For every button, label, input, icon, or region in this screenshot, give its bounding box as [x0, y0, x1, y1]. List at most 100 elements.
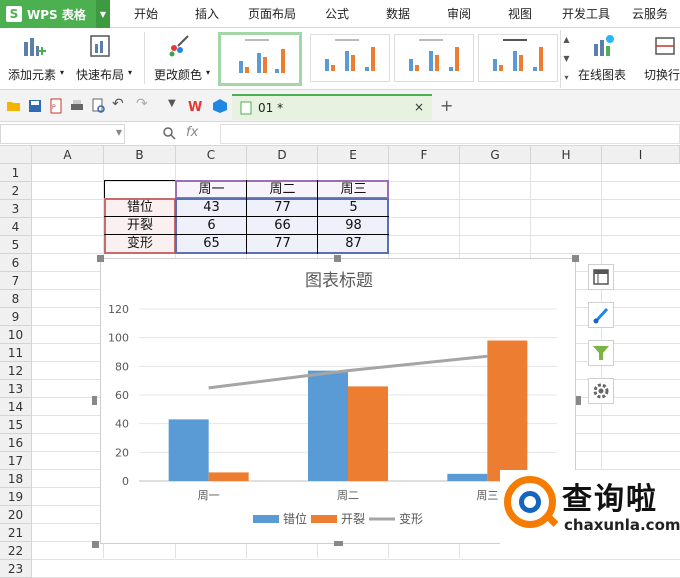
table-row-label[interactable]: 开裂 — [104, 217, 176, 235]
menu-home[interactable]: 开始 — [134, 0, 158, 28]
chart-title[interactable]: 图表标题 — [305, 271, 373, 291]
row-header[interactable]: 23 — [0, 560, 32, 578]
redo-icon[interactable]: ↷ — [136, 96, 148, 112]
table-cell[interactable]: 77 — [247, 235, 318, 253]
table-header-cell[interactable]: 周二 — [247, 181, 318, 199]
customize-toolbar-icon[interactable]: ▼ — [168, 98, 176, 109]
resize-handle-right[interactable] — [576, 396, 581, 405]
scroll-up-icon[interactable]: ▲ — [561, 30, 572, 49]
row-header[interactable]: 15 — [0, 416, 32, 434]
fx-icon[interactable]: fx — [186, 125, 198, 140]
save-icon[interactable] — [27, 98, 43, 114]
row-header[interactable]: 1 — [0, 164, 32, 182]
menu-insert[interactable]: 插入 — [195, 0, 219, 28]
table-cell[interactable]: 77 — [247, 199, 318, 217]
row-header[interactable]: 5 — [0, 236, 32, 254]
row-header[interactable]: 17 — [0, 452, 32, 470]
row-header[interactable]: 9 — [0, 308, 32, 326]
column-header-f[interactable]: F — [389, 146, 460, 164]
app-menu-button[interactable]: S WPS 表格 — [0, 0, 96, 28]
select-all-corner[interactable] — [0, 146, 32, 164]
row-header[interactable]: 8 — [0, 290, 32, 308]
resize-handle-left[interactable] — [92, 396, 97, 405]
table-header-cell[interactable]: 周一 — [176, 181, 247, 199]
quick-layout-dropdown-icon[interactable]: ▾ — [128, 68, 132, 77]
print-icon[interactable] — [69, 98, 85, 114]
row-header[interactable]: 20 — [0, 506, 32, 524]
formula-input[interactable] — [220, 124, 680, 144]
row-header[interactable]: 11 — [0, 344, 32, 362]
row-header[interactable]: 6 — [0, 254, 32, 272]
chart-elements-button[interactable] — [588, 264, 614, 290]
resize-handle-bottom[interactable] — [334, 541, 343, 546]
online-chart-button[interactable]: 在线图表 — [578, 32, 626, 83]
row-header[interactable]: 4 — [0, 218, 32, 236]
resize-handle-bl[interactable] — [92, 541, 99, 548]
column-header-b[interactable]: B — [104, 146, 176, 164]
switch-row-col-button[interactable]: 切换行 — [644, 32, 680, 83]
row-header[interactable]: 2 — [0, 182, 32, 200]
row-header[interactable]: 13 — [0, 380, 32, 398]
row-header[interactable]: 16 — [0, 434, 32, 452]
change-color-button[interactable]: 更改颜色 — [154, 32, 202, 83]
open-folder-icon[interactable] — [6, 98, 22, 114]
resize-handle-tl[interactable] — [97, 255, 104, 262]
row-header[interactable]: 19 — [0, 488, 32, 506]
expand-gallery-icon[interactable]: ▾ — [561, 68, 572, 87]
chart-style-thumb-4[interactable] — [478, 34, 558, 82]
table-cell[interactable]: 98 — [318, 217, 389, 235]
name-box-dropdown-icon[interactable]: ▼ — [116, 128, 122, 137]
resize-handle-top[interactable] — [334, 255, 341, 262]
column-header-i[interactable]: I — [602, 146, 680, 164]
menu-developer[interactable]: 开发工具 — [562, 0, 610, 28]
wps-w-icon[interactable]: W — [188, 98, 204, 114]
chart-style-thumb-2[interactable] — [310, 34, 390, 82]
print-preview-icon[interactable] — [90, 98, 106, 114]
column-header-d[interactable]: D — [247, 146, 318, 164]
add-element-button[interactable]: 添加元素 — [8, 32, 56, 83]
export-pdf-icon[interactable]: P — [48, 98, 64, 114]
table-row-label[interactable]: 变形 — [104, 235, 176, 253]
column-header-h[interactable]: H — [531, 146, 602, 164]
row-header[interactable]: 7 — [0, 272, 32, 290]
row-header[interactable]: 12 — [0, 362, 32, 380]
column-header-a[interactable]: A — [32, 146, 104, 164]
row-header[interactable]: 22 — [0, 542, 32, 560]
undo-icon[interactable]: ↶ — [112, 96, 124, 112]
app-dropdown-icon[interactable]: ▼ — [96, 0, 110, 28]
table-cell[interactable]: 66 — [247, 217, 318, 235]
column-header-g[interactable]: G — [460, 146, 531, 164]
table-cell[interactable]: 87 — [318, 235, 389, 253]
row-header[interactable]: 21 — [0, 524, 32, 542]
table-cell[interactable]: 6 — [176, 217, 247, 235]
add-element-dropdown-icon[interactable]: ▾ — [60, 68, 64, 77]
table-row-label[interactable]: 错位 — [104, 199, 176, 217]
menu-page-layout[interactable]: 页面布局 — [248, 0, 296, 28]
zoom-search-icon[interactable] — [162, 126, 176, 140]
chart-style-thumb-3[interactable] — [394, 34, 474, 82]
menu-data[interactable]: 数据 — [386, 0, 410, 28]
column-header-e[interactable]: E — [318, 146, 389, 164]
menu-formula[interactable]: 公式 — [325, 0, 349, 28]
row-header[interactable]: 14 — [0, 398, 32, 416]
scroll-down-icon[interactable]: ▼ — [561, 49, 572, 68]
column-header-c[interactable]: C — [176, 146, 247, 164]
chart-style-thumb-1[interactable] — [218, 32, 302, 86]
change-color-dropdown-icon[interactable]: ▾ — [206, 68, 210, 77]
cube-icon[interactable] — [212, 98, 228, 114]
menu-cloud[interactable]: 云服务 — [632, 0, 668, 28]
row-header[interactable]: 18 — [0, 470, 32, 488]
quick-layout-button[interactable]: 快速布局 — [76, 32, 124, 83]
chart-style-scroller[interactable]: ▲ ▼ ▾ — [560, 30, 572, 88]
menu-review[interactable]: 审阅 — [447, 0, 471, 28]
name-box[interactable]: ▼ — [0, 124, 125, 144]
table-cell[interactable]: 5 — [318, 199, 389, 217]
resize-handle-tr[interactable] — [572, 255, 579, 262]
table-cell[interactable]: 43 — [176, 199, 247, 217]
add-tab-icon[interactable]: + — [440, 96, 453, 115]
chart-style-button[interactable] — [588, 302, 614, 328]
chart-settings-button[interactable] — [588, 378, 614, 404]
row-header[interactable]: 3 — [0, 200, 32, 218]
close-tab-icon[interactable]: × — [414, 100, 424, 114]
document-tab[interactable]: 01 * × — [232, 94, 432, 120]
